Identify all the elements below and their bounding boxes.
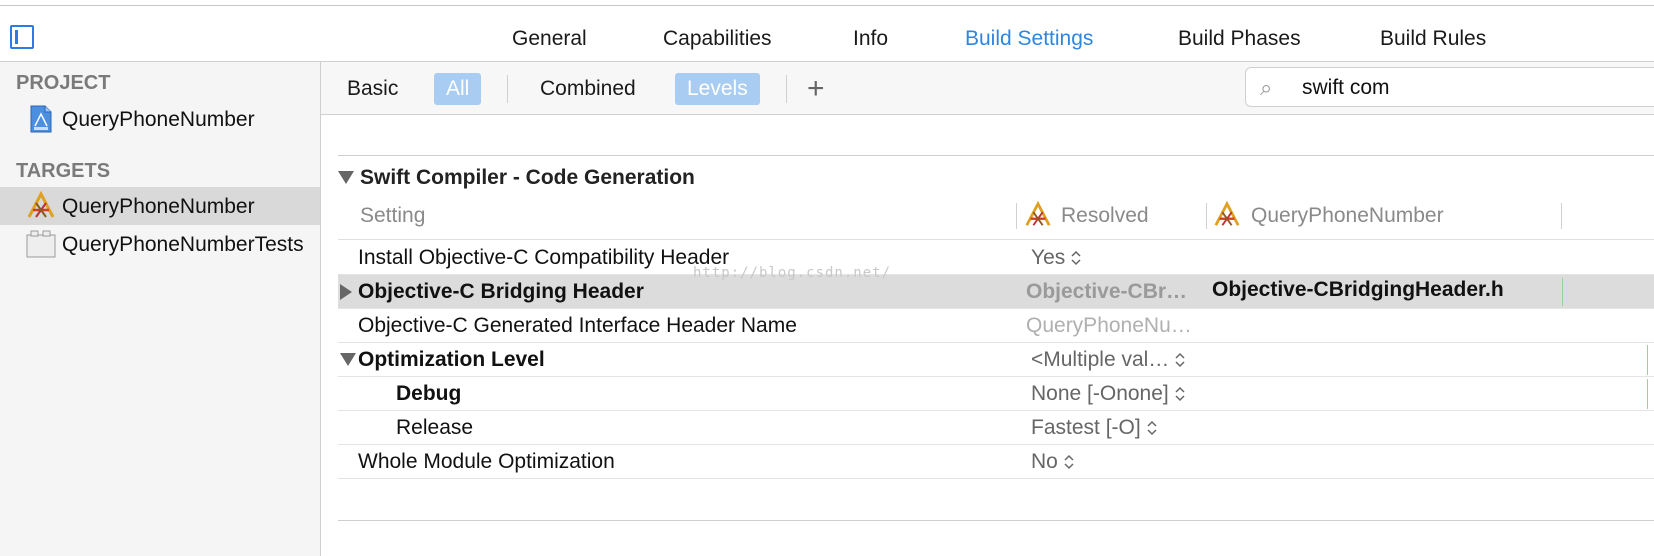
value-edge-marker xyxy=(1647,345,1654,375)
column-setting-header: Setting xyxy=(360,204,426,227)
settings-search-field: ⌕ xyxy=(1245,67,1654,107)
setting-row[interactable]: Optimization Level <Multiple val… xyxy=(338,343,1654,377)
setting-row[interactable]: Objective-C Generated Interface Header N… xyxy=(338,309,1654,343)
setting-name: Objective-C Generated Interface Header N… xyxy=(358,314,797,337)
setting-resolved-value[interactable]: None [-Onone] xyxy=(1031,382,1185,406)
setting-row[interactable]: Whole Module Optimization No xyxy=(338,445,1654,479)
tab-build-settings[interactable]: Build Settings xyxy=(965,27,1093,51)
app-target-icon xyxy=(27,191,55,218)
sidebar-item-project[interactable]: QueryPhoneNumber xyxy=(0,100,320,138)
filter-all-button[interactable]: All xyxy=(434,73,482,105)
stepper-icon xyxy=(1175,387,1185,402)
setting-resolved-value: QueryPhoneNu… xyxy=(1026,314,1192,337)
target-column-icon xyxy=(1214,201,1240,226)
section-top-rule xyxy=(338,155,1654,156)
project-navigator: PROJECT QueryPhoneNumber TARGETS QueryPh… xyxy=(0,62,321,556)
navigator-toggle-icon[interactable] xyxy=(10,25,34,49)
tab-build-rules[interactable]: Build Rules xyxy=(1380,27,1486,51)
sidebar-item-target-app-label: QueryPhoneNumber xyxy=(62,195,255,218)
setting-resolved-value[interactable]: Fastest [-O] xyxy=(1031,416,1157,440)
column-divider xyxy=(1206,203,1207,229)
column-divider xyxy=(1561,203,1562,229)
setting-target-value[interactable]: Objective-CBridgingHeader.h xyxy=(1212,278,1563,306)
setting-name: Debug xyxy=(396,382,462,405)
filter-divider xyxy=(507,75,508,103)
setting-row-selected[interactable]: Objective-C Bridging Header Objective-CB… xyxy=(338,275,1654,309)
watermark-text: http://blog.csdn.net/ xyxy=(693,265,892,281)
setting-name: Optimization Level xyxy=(358,348,545,371)
project-file-icon xyxy=(30,105,52,133)
value-edge-marker xyxy=(1647,379,1654,409)
setting-row[interactable]: Install Objective-C Compatibility Header… xyxy=(338,241,1654,275)
header-rule xyxy=(338,239,1654,240)
tab-general[interactable]: General xyxy=(512,27,587,51)
expand-triangle-icon[interactable] xyxy=(340,284,352,300)
setting-name: Whole Module Optimization xyxy=(358,450,615,473)
resolved-target-icon xyxy=(1025,201,1051,226)
project-section-header: PROJECT xyxy=(16,72,111,94)
setting-resolved-value[interactable]: Yes xyxy=(1031,246,1081,270)
collapse-triangle-icon[interactable] xyxy=(340,353,356,366)
setting-name: Install Objective-C Compatibility Header xyxy=(358,246,730,269)
filter-divider xyxy=(786,75,787,103)
column-target-header: QueryPhoneNumber xyxy=(1251,204,1444,227)
filter-combined-button[interactable]: Combined xyxy=(528,73,648,105)
group-collapse-triangle-icon[interactable] xyxy=(338,171,354,184)
column-resolved-header: Resolved xyxy=(1061,204,1149,227)
setting-row[interactable]: Release Fastest [-O] xyxy=(338,411,1654,445)
group-title: Swift Compiler - Code Generation xyxy=(360,166,695,189)
filter-levels-button[interactable]: Levels xyxy=(675,73,760,105)
sidebar-item-project-label: QueryPhoneNumber xyxy=(62,108,255,131)
setting-name: Release xyxy=(396,416,474,439)
add-setting-button[interactable]: + xyxy=(807,74,825,104)
test-bundle-icon xyxy=(26,230,56,258)
sidebar-item-target-tests-label: QueryPhoneNumberTests xyxy=(62,233,304,256)
setting-name: Objective-C Bridging Header xyxy=(358,280,644,303)
targets-section-header: TARGETS xyxy=(16,160,111,182)
setting-row[interactable]: Debug None [-Onone] xyxy=(338,377,1654,411)
stepper-icon xyxy=(1064,455,1074,470)
settings-search-input[interactable] xyxy=(1300,72,1634,104)
tab-info[interactable]: Info xyxy=(853,27,888,51)
filter-basic-button[interactable]: Basic xyxy=(335,73,410,105)
stepper-icon xyxy=(1071,251,1081,266)
tab-capabilities[interactable]: Capabilities xyxy=(663,27,772,51)
column-divider xyxy=(1016,203,1017,229)
setting-resolved-value[interactable]: No xyxy=(1031,450,1074,474)
section-bottom-rule xyxy=(338,520,1654,521)
settings-filter-bar: Basic All Combined Levels + ⌕ xyxy=(321,62,1654,115)
editor-tab-bar: General Capabilities Info Build Settings… xyxy=(0,6,1654,62)
search-icon: ⌕ xyxy=(1260,75,1273,100)
sidebar-item-target-app[interactable]: QueryPhoneNumber xyxy=(0,187,320,225)
setting-resolved-value[interactable]: <Multiple val… xyxy=(1031,348,1185,372)
stepper-icon xyxy=(1147,421,1157,436)
setting-resolved-value: Objective-CBr… xyxy=(1026,280,1188,303)
sidebar-item-target-tests[interactable]: QueryPhoneNumberTests xyxy=(0,225,320,263)
tab-build-phases[interactable]: Build Phases xyxy=(1178,27,1301,51)
stepper-icon xyxy=(1175,353,1185,368)
